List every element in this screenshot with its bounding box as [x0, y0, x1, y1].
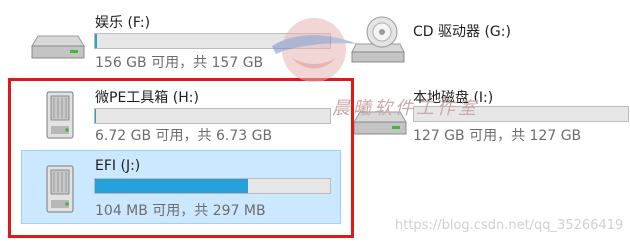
drive-usage-fill [95, 34, 98, 48]
hard-disk-icon [31, 35, 85, 59]
drive-name: 娱乐 (F:) [95, 15, 151, 31]
drive-name: CD 驱动器 (G:) [413, 24, 511, 40]
watermark-text: 晨曦软件工作室 [332, 98, 479, 119]
blog-watermark: https://blog.csdn.net/qq_35266419 [395, 218, 624, 233]
highlight-box [8, 78, 354, 238]
drive-G[interactable]: CD 驱动器 (G:) [340, 0, 630, 75]
drive-size-text: 156 GB 可用，共 157 GB [95, 55, 264, 71]
drive-size-text: 127 GB 可用，共 127 GB [413, 128, 582, 144]
drive-F[interactable]: 娱乐 (F:) 156 GB 可用，共 157 GB [0, 0, 331, 75]
watermark-logo-icon [272, 18, 358, 82]
